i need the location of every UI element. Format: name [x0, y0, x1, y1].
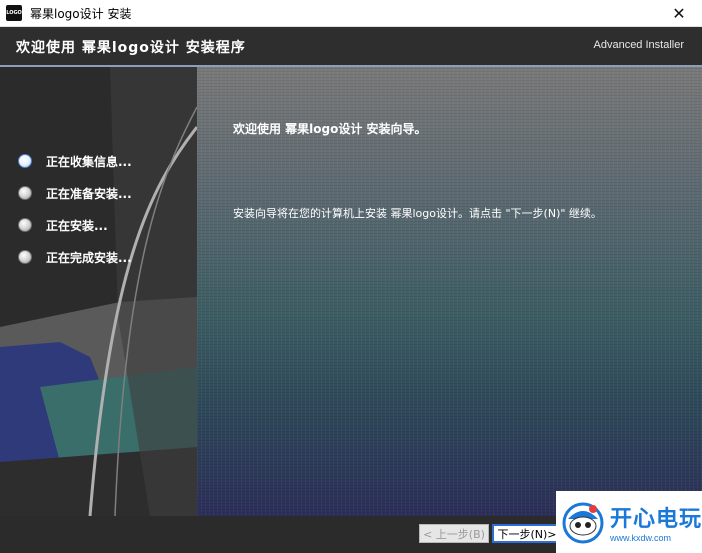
step-radio-icon — [18, 218, 32, 232]
sidebar-art — [0, 67, 197, 516]
watermark-main: 开心电玩 — [610, 507, 702, 532]
header-brand: Advanced Installer — [593, 39, 685, 51]
step-radio-icon — [18, 186, 32, 200]
step-item: 正在安装... — [18, 209, 132, 241]
step-item: 正在准备安装... — [18, 177, 132, 209]
header-title: 欢迎使用 幂果logo设计 安装程序 — [16, 40, 246, 56]
step-item: 正在完成安装... — [18, 241, 132, 273]
watermark-sub: www.kxdw.com — [610, 533, 672, 543]
sidebar: 正在收集信息... 正在准备安装... 正在安装... 正在完成安装... — [0, 67, 197, 516]
step-label: 正在收集信息... — [46, 154, 132, 169]
mascot-icon — [562, 502, 604, 544]
watermark: 开心电玩 www.kxdw.com — [556, 491, 702, 553]
window-title: 幂果logo设计 安装 — [30, 6, 132, 21]
close-button[interactable]: ✕ — [656, 0, 702, 26]
step-label: 正在完成安装... — [46, 250, 132, 265]
step-label: 正在安装... — [46, 218, 108, 233]
step-radio-icon — [18, 250, 32, 264]
app-logo-icon: LOGO — [6, 5, 22, 21]
back-button[interactable]: < 上一步(B) — [419, 524, 489, 543]
step-radio-icon — [18, 154, 32, 168]
step-list: 正在收集信息... 正在准备安装... 正在安装... 正在完成安装... — [18, 145, 132, 273]
next-button[interactable]: 下一步(N)> — [492, 524, 562, 543]
step-item: 正在收集信息... — [18, 145, 132, 177]
window-titlebar: LOGO 幂果logo设计 安装 ✕ — [0, 0, 702, 27]
watermark-text: 开心电玩 www.kxdw.com — [610, 501, 702, 543]
main-panel: 欢迎使用 幂果logo设计 安装向导。 安装向导将在您的计算机上安装 幂果log… — [197, 67, 702, 516]
welcome-heading: 欢迎使用 幂果logo设计 安装向导。 — [233, 122, 427, 136]
step-label: 正在准备安装... — [46, 186, 132, 201]
header-banner: 欢迎使用 幂果logo设计 安装程序 Advanced Installer — [0, 27, 702, 67]
welcome-body: 安装向导将在您的计算机上安装 幂果logo设计。请点击 "下一步(N)" 继续。 — [233, 207, 602, 220]
